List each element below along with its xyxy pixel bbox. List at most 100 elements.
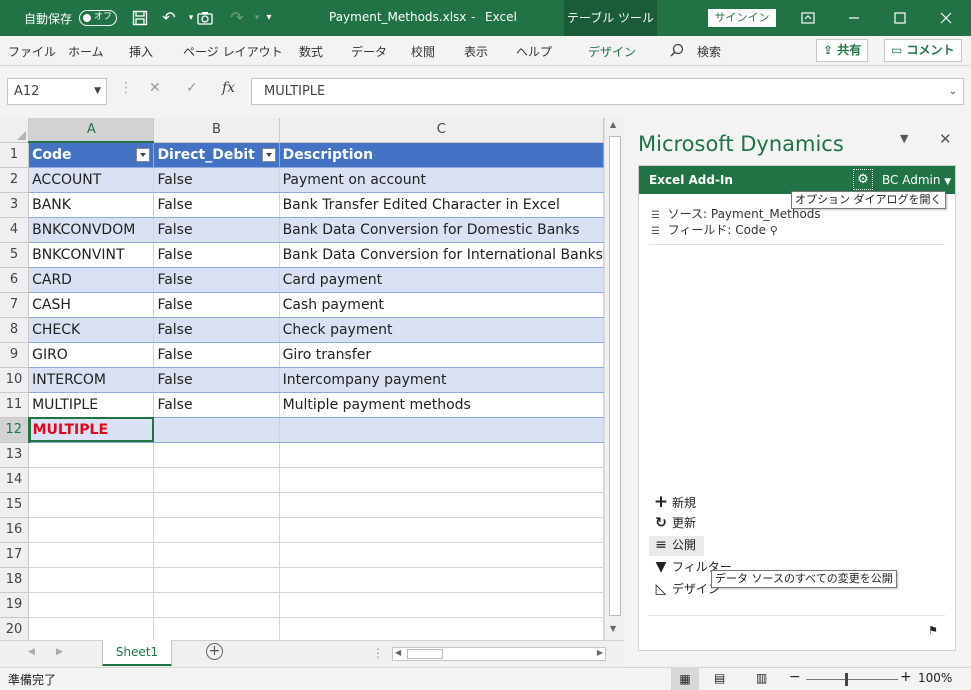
pane-close-icon[interactable]: ✕ [939,130,952,148]
cell-direct-debit[interactable]: False [153,267,280,293]
cell[interactable] [279,567,604,593]
tab-data[interactable]: データ [351,43,387,60]
normal-view-icon[interactable]: ▦ [671,668,699,690]
cell-direct-debit[interactable]: False [153,367,280,393]
cell-code[interactable]: INTERCOM [28,367,155,393]
cell-description[interactable] [279,417,604,443]
row-header[interactable]: 7 [0,292,30,318]
cell[interactable] [279,617,604,640]
flag-icon[interactable]: ⚑ [928,624,938,637]
cell[interactable] [28,617,155,640]
cell-direct-debit[interactable]: False [153,242,280,268]
ribbon-display-options-icon[interactable] [797,7,819,29]
cell[interactable] [28,467,155,493]
cell[interactable] [153,492,280,518]
cell[interactable] [28,492,155,518]
row-header[interactable]: 16 [0,517,30,543]
cell[interactable] [153,442,280,468]
tab-view[interactable]: 表示 [464,43,488,60]
cell[interactable] [28,567,155,593]
cell[interactable] [279,592,604,618]
cell-direct-debit[interactable] [153,417,280,443]
minimize-icon[interactable] [843,7,865,29]
cell-description[interactable]: Bank Data Conversion for Domestic Banks [279,217,604,243]
column-header-a[interactable]: A [28,118,155,143]
tab-insert[interactable]: 挿入 [129,43,153,60]
cell-direct-debit[interactable]: False [153,167,280,193]
autosave-toggle[interactable]: オフ [79,10,117,26]
horizontal-scrollbar[interactable]: ◀ ▶ [392,647,606,661]
tab-review[interactable]: 校閲 [411,43,435,60]
row-header[interactable]: 11 [0,392,30,418]
comment-button[interactable]: ▭ コメント [884,39,962,62]
row-header[interactable]: 10 [0,367,30,393]
cell[interactable] [279,517,604,543]
redo-icon[interactable]: ↷ [226,7,248,29]
camera-icon[interactable] [194,7,216,29]
cell-code[interactable]: BANK [28,192,155,218]
cell-description[interactable]: Multiple payment methods [279,392,604,418]
expand-formula-bar-icon[interactable]: ⌄ [949,79,957,104]
tab-home[interactable]: ホーム [68,43,104,60]
cell-code[interactable]: CARD [28,267,155,293]
options-gear-icon[interactable]: ⚙ [853,169,873,190]
scroll-right-icon[interactable]: ▶ [597,648,603,657]
scroll-down-icon[interactable]: ▼ [610,624,616,633]
share-button[interactable]: ⇪ 共有 [816,39,869,62]
name-box-dropdown-icon[interactable]: ▼ [94,79,101,104]
close-icon[interactable] [935,7,957,29]
row-header[interactable]: 5 [0,242,30,268]
row-header[interactable]: 2 [0,167,30,193]
cell[interactable] [279,442,604,468]
action-refresh[interactable]: ↻ 更新 [650,514,696,534]
tab-design[interactable]: デザイン [588,43,636,60]
row-header[interactable]: 3 [0,192,30,218]
cell[interactable] [28,517,155,543]
tab-help[interactable]: ヘルプ [516,43,552,60]
action-publish[interactable]: ≡ 公開 [649,536,705,556]
row-header[interactable]: 1 [0,142,30,168]
zoom-slider-thumb[interactable] [845,673,848,686]
pane-options-icon[interactable]: ▼ [900,132,908,145]
row-header[interactable]: 17 [0,542,30,568]
cell-description[interactable]: Check payment [279,317,604,343]
cell[interactable] [279,467,604,493]
vertical-scrollbar[interactable]: ▲ ▼ [604,118,624,640]
header-cell-code[interactable]: Code [28,142,155,168]
cell-description[interactable]: Intercompany payment [279,367,604,393]
cell-code[interactable]: ACCOUNT [28,167,155,193]
filter-dropdown-icon[interactable] [136,148,151,162]
add-sheet-icon[interactable]: + [206,643,223,660]
cell-description[interactable]: Cash payment [279,292,604,318]
name-box[interactable]: A12 ▼ [7,78,107,105]
cell[interactable] [153,617,280,640]
cell-description[interactable]: Giro transfer [279,342,604,368]
prev-sheet-icon[interactable]: ◀ [28,647,35,657]
insert-function-icon[interactable]: fx [222,80,235,96]
zoom-level[interactable]: 100% [918,671,952,685]
row-header[interactable]: 20 [0,617,30,640]
cell[interactable] [279,492,604,518]
row-header[interactable]: 18 [0,567,30,593]
cell[interactable] [28,542,155,568]
vertical-scroll-thumb[interactable] [609,136,621,616]
action-new[interactable]: + 新規 [650,492,696,512]
row-header[interactable]: 9 [0,342,30,368]
next-sheet-icon[interactable]: ▶ [56,647,63,657]
page-break-view-icon[interactable]: ▥ [756,671,767,685]
cell-direct-debit[interactable]: False [153,217,280,243]
cell[interactable] [28,592,155,618]
sheet-tab-sheet1[interactable]: Sheet1 [102,640,172,666]
cell[interactable] [28,442,155,468]
formula-input[interactable]: MULTIPLE ⌄ [251,78,964,105]
maximize-icon[interactable] [889,7,911,29]
cell-direct-debit[interactable]: False [153,392,280,418]
cell-direct-debit[interactable]: False [153,342,280,368]
row-header[interactable]: 13 [0,442,30,468]
zoom-in-icon[interactable]: + [900,669,912,685]
cell-code[interactable]: CHECK [28,317,155,343]
cell[interactable] [153,542,280,568]
cell[interactable] [279,542,604,568]
horizontal-scroll-thumb[interactable] [407,649,443,659]
row-header[interactable]: 8 [0,317,30,343]
